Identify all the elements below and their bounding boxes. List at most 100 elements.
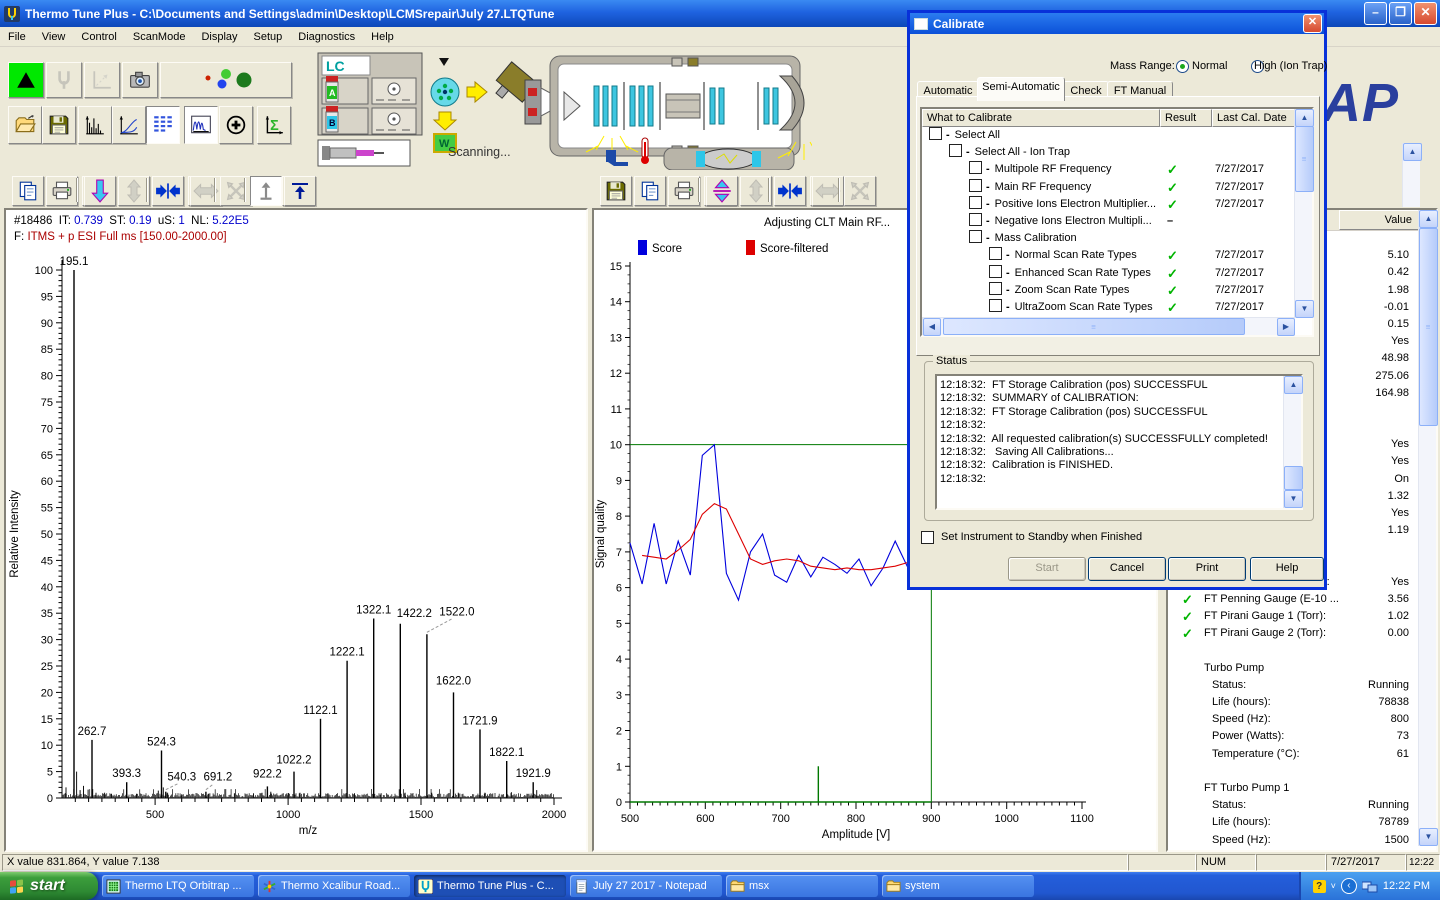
tree-row[interactable]: -Main RF Frequency✓7/27/2017: [923, 179, 1294, 196]
scroll-down-icon[interactable]: ▼: [1284, 490, 1303, 508]
status-log[interactable]: 12:18:32: FT Storage Calibration (pos) S…: [935, 374, 1303, 510]
taskbar-task-msx[interactable]: msx: [726, 875, 878, 897]
reset-x-button[interactable]: [190, 176, 222, 206]
scroll-up-icon[interactable]: ▲: [1419, 210, 1438, 228]
help-tray-icon[interactable]: ?: [1313, 880, 1326, 893]
print-button[interactable]: [46, 176, 78, 206]
save-file-button[interactable]: [42, 106, 76, 144]
scroll-down-icon[interactable]: ▼: [1295, 300, 1314, 318]
col-result[interactable]: Result: [1160, 109, 1212, 127]
readbacks-view-button[interactable]: [146, 106, 180, 144]
menu-display[interactable]: Display: [193, 29, 245, 45]
tree-row[interactable]: -Negative Ions Electron Multipli...–: [923, 213, 1294, 230]
spectrum-view-button[interactable]: [78, 106, 112, 144]
tray-clock[interactable]: 12:22 PM: [1383, 880, 1430, 892]
tree-row[interactable]: -Select All - Ion Trap: [923, 144, 1294, 161]
menu-setup[interactable]: Setup: [246, 29, 291, 45]
peaks-display-button[interactable]: [184, 106, 218, 144]
taskbar-task-thermo-xcalibur-road-[interactable]: Thermo Xcalibur Road...: [258, 875, 410, 897]
minimize-button[interactable]: –: [1364, 2, 1387, 25]
readbacks-scrollbar[interactable]: ▲ ≡ ▼: [1418, 210, 1436, 846]
scroll-up-icon[interactable]: ▲: [1284, 376, 1303, 394]
normalize-display-button[interactable]: [250, 176, 282, 206]
hidden-icons-chevron[interactable]: ˅: [1331, 881, 1336, 891]
tree-checkbox[interactable]: [969, 196, 982, 209]
help-button[interactable]: Help: [1250, 557, 1324, 581]
tree-checkbox[interactable]: [989, 265, 1002, 278]
graph-view-button[interactable]: [112, 106, 146, 144]
average-button[interactable]: Σ: [257, 106, 291, 144]
scroll-down-icon[interactable]: ▼: [1419, 828, 1438, 846]
taskbar-task-july-27-2017-notepad[interactable]: July 27 2017 - Notepad: [570, 875, 722, 897]
reset-xy-button[interactable]: [220, 176, 252, 206]
tree-checkbox[interactable]: [969, 179, 982, 192]
tree-checkbox[interactable]: [989, 299, 1002, 312]
tree-row[interactable]: -Multipole RF Frequency✓7/27/2017: [923, 161, 1294, 178]
scrollbar-thumb[interactable]: ≡: [1295, 126, 1314, 192]
mass-spectrum-chart[interactable]: 0510152025303540455055606570758085909510…: [6, 246, 586, 851]
zoom-out-y-button[interactable]: [84, 176, 116, 206]
scroll-up-icon[interactable]: ▲: [1403, 143, 1422, 161]
save-plot-button[interactable]: [600, 176, 632, 206]
tree-row[interactable]: -Positive Ions Electron Multiplier...✓7/…: [923, 196, 1294, 213]
taskbar-task-system[interactable]: system: [882, 875, 1034, 897]
tree-checkbox[interactable]: [949, 144, 962, 157]
value-column-header[interactable]: Value: [1339, 210, 1419, 230]
tree-row[interactable]: -Enhanced Scan Rate Types✓7/27/2017: [923, 265, 1294, 282]
menu-control[interactable]: Control: [73, 29, 124, 45]
taskbar-task-thermo-tune-plus-c-[interactable]: Thermo Tune Plus - C...: [414, 875, 566, 897]
open-file-button[interactable]: [8, 106, 42, 144]
standby-checkbox[interactable]: [921, 531, 934, 544]
tree-hscrollbar[interactable]: ◀ ≡ ▶: [922, 317, 1295, 335]
tree-row[interactable]: -Mass Calibration: [923, 230, 1294, 247]
cancel-button[interactable]: Cancel: [1088, 557, 1166, 581]
normalize-base-button[interactable]: [284, 176, 316, 206]
start-button[interactable]: Start: [1008, 557, 1086, 581]
instrument-on-button[interactable]: [8, 62, 44, 98]
close-button[interactable]: ✕: [1414, 2, 1437, 25]
network-tray-icon[interactable]: [1362, 880, 1378, 893]
tree-checkbox[interactable]: [969, 213, 982, 226]
menu-help[interactable]: Help: [363, 29, 402, 45]
menu-view[interactable]: View: [34, 29, 74, 45]
status-scrollbar[interactable]: ▲ ▼: [1283, 376, 1301, 508]
tree-vscrollbar[interactable]: ▲ ≡ ▼: [1294, 109, 1312, 318]
add-view-button[interactable]: [219, 106, 253, 144]
zoom-in-x-button[interactable]: [152, 176, 184, 206]
tree-checkbox[interactable]: [989, 247, 1002, 260]
col-what-to-calibrate[interactable]: What to Calibrate: [922, 109, 1160, 127]
print-plot-button[interactable]: [668, 176, 700, 206]
tree-checkbox[interactable]: [989, 282, 1002, 295]
calibrate-graph-button[interactable]: [84, 62, 120, 98]
expand-y-button[interactable]: [706, 176, 738, 206]
scroll-right-icon[interactable]: ▶: [1277, 318, 1295, 336]
scrollbar-thumb[interactable]: [1284, 466, 1303, 490]
background-scrollbar-fragment[interactable]: ▲: [1402, 143, 1420, 207]
print-button[interactable]: Print: [1168, 557, 1246, 581]
restore-button[interactable]: ❐: [1389, 2, 1412, 25]
ion-gauge-button[interactable]: [160, 62, 292, 98]
tree-row[interactable]: -UltraZoom Scan Rate Types✓7/27/2017: [923, 299, 1294, 316]
scrollbar-thumb[interactable]: ≡: [1419, 228, 1438, 426]
mass-range-radio-normal[interactable]: [1176, 60, 1189, 73]
start-button[interactable]: start: [0, 872, 98, 900]
tree-row[interactable]: -Select All: [923, 127, 1294, 144]
snapshot-button[interactable]: [122, 62, 158, 98]
compress-x-button[interactable]: [774, 176, 806, 206]
tree-checkbox[interactable]: [969, 161, 982, 174]
tab-semi-automatic[interactable]: Semi-Automatic: [977, 77, 1065, 101]
taskbar-task-thermo-ltq-orbitrap-[interactable]: Thermo LTQ Orbitrap ...: [102, 875, 254, 897]
copy-button[interactable]: [12, 176, 44, 206]
back-tray-icon[interactable]: ‹: [1341, 878, 1357, 894]
menu-file[interactable]: File: [0, 29, 34, 45]
tree-row[interactable]: -Zoom Scan Rate Types✓7/27/2017: [923, 282, 1294, 299]
copy-plot-button[interactable]: [634, 176, 666, 206]
scroll-up-icon[interactable]: ▲: [1295, 109, 1314, 127]
tree-checkbox[interactable]: [969, 230, 982, 243]
reset-xy2-button[interactable]: [844, 176, 876, 206]
menu-diagnostics[interactable]: Diagnostics: [290, 29, 363, 45]
tree-checkbox[interactable]: [929, 127, 942, 140]
scroll-left-icon[interactable]: ◀: [923, 318, 941, 336]
menu-scanmode[interactable]: ScanMode: [125, 29, 194, 45]
tree-row[interactable]: -Normal Scan Rate Types✓7/27/2017: [923, 247, 1294, 264]
